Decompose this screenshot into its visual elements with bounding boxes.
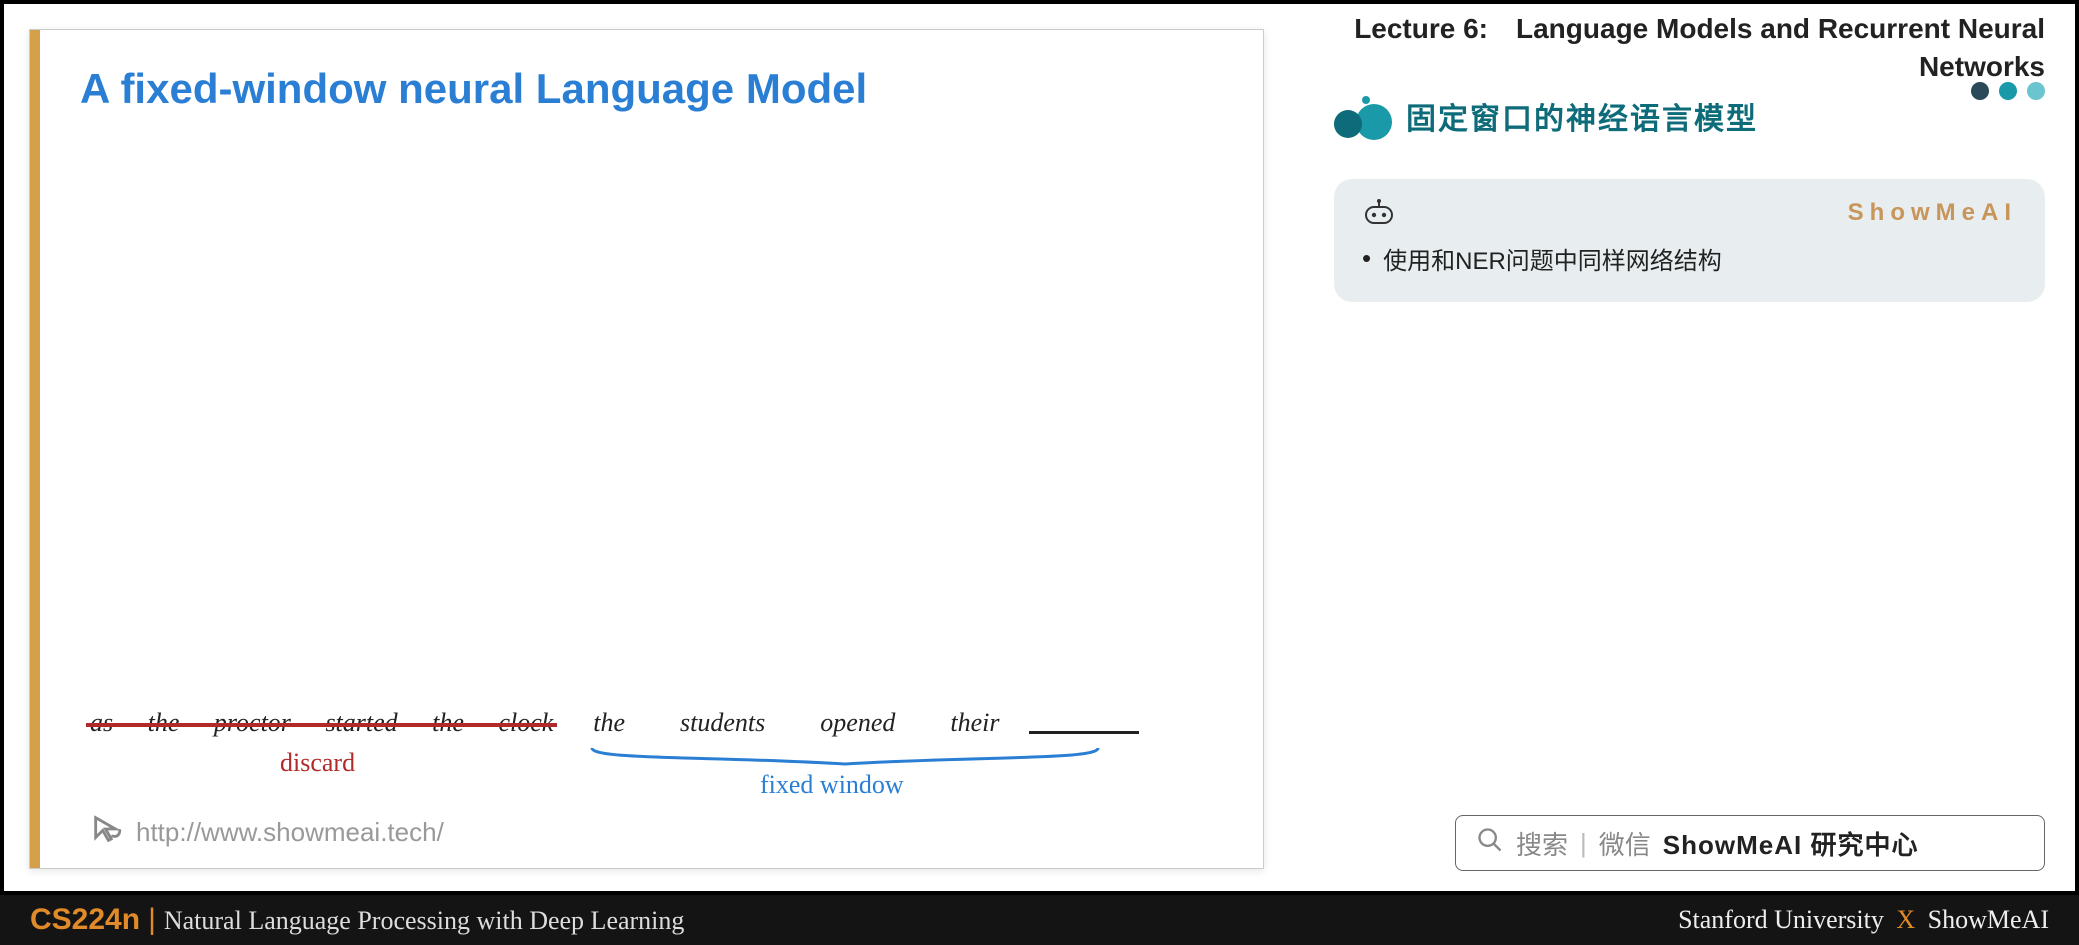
dot-icon — [1971, 82, 1989, 100]
course-code: CS224n — [30, 903, 140, 937]
section-header: 固定窗口的神经语言模型 — [1334, 92, 1758, 140]
lecture-title: Lecture 6: Language Models and Recurrent… — [1304, 4, 2075, 86]
slide-panel: A fixed-window neural Language Model as … — [29, 29, 1264, 869]
right-panel: Lecture 6: Language Models and Recurrent… — [1304, 4, 2075, 891]
search-hint-1: 搜索 — [1516, 825, 1568, 862]
search-hint-2: 微信 — [1599, 825, 1651, 862]
course-name: Natural Language Processing with Deep Le… — [164, 906, 685, 936]
slide-title: A fixed-window neural Language Model — [80, 65, 867, 113]
note-bullet-text: 使用和NER问题中同样网络结构 — [1383, 241, 1722, 276]
lecture-title-line2: Networks — [1304, 48, 2045, 86]
note-card-header: ShowMeAI — [1362, 199, 2017, 227]
footer-left: CS224n | Natural Language Processing wit… — [30, 903, 684, 937]
brace-icon — [590, 746, 1100, 768]
discard-word: started — [325, 708, 397, 737]
note-bullet: 使用和NER问题中同样网络结构 — [1362, 241, 2017, 276]
window-words: the students opened their — [593, 708, 999, 738]
discard-word: the — [148, 708, 180, 737]
decor-dots — [1971, 82, 2045, 100]
blank-slot — [1029, 712, 1139, 734]
search-label: ShowMeAI 研究中心 — [1663, 825, 1919, 862]
window-word: the — [593, 708, 625, 738]
note-card: ShowMeAI 使用和NER问题中同样网络结构 — [1334, 179, 2045, 302]
brand-label: ShowMeAI — [1848, 199, 2017, 227]
robot-icon — [1362, 199, 1396, 227]
cursor-icon — [90, 812, 124, 853]
window-word: their — [950, 708, 999, 738]
lecture-title-line1: Lecture 6: Language Models and Recurrent… — [1304, 10, 2045, 48]
window-word: opened — [820, 708, 895, 738]
window-word: students — [680, 708, 765, 738]
discard-word: proctor — [214, 708, 291, 737]
url-row: http://www.showmeai.tech/ — [90, 812, 444, 853]
sentence-row: as the proctor started the clock the stu… — [90, 708, 1223, 738]
footer-brand: ShowMeAI — [1928, 905, 2049, 934]
search-bar[interactable]: 搜索 | 微信 ShowMeAI 研究中心 — [1455, 815, 2045, 871]
discard-word: clock — [498, 708, 553, 737]
separator: | — [148, 903, 156, 937]
footer-right: Stanford University X ShowMeAI — [1678, 905, 2049, 935]
footer-bar: CS224n | Natural Language Processing wit… — [0, 895, 2079, 945]
main-area: A fixed-window neural Language Model as … — [4, 4, 2075, 891]
dot-icon — [2027, 82, 2045, 100]
footer-org: Stanford University — [1678, 905, 1884, 934]
fixed-window-label: fixed window — [760, 770, 904, 800]
section-title: 固定窗口的神经语言模型 — [1406, 94, 1758, 138]
divider: | — [1580, 828, 1587, 859]
discard-word: the — [432, 708, 464, 737]
section-icon — [1334, 92, 1392, 140]
discard-label: discard — [280, 748, 355, 778]
discard-word: as — [90, 708, 113, 737]
dot-icon — [1999, 82, 2017, 100]
x-separator: X — [1896, 905, 1915, 934]
search-icon — [1476, 826, 1504, 861]
slide-accent-bar — [30, 30, 40, 868]
discard-words: as the proctor started the clock — [90, 708, 571, 738]
slide-url: http://www.showmeai.tech/ — [136, 817, 444, 848]
